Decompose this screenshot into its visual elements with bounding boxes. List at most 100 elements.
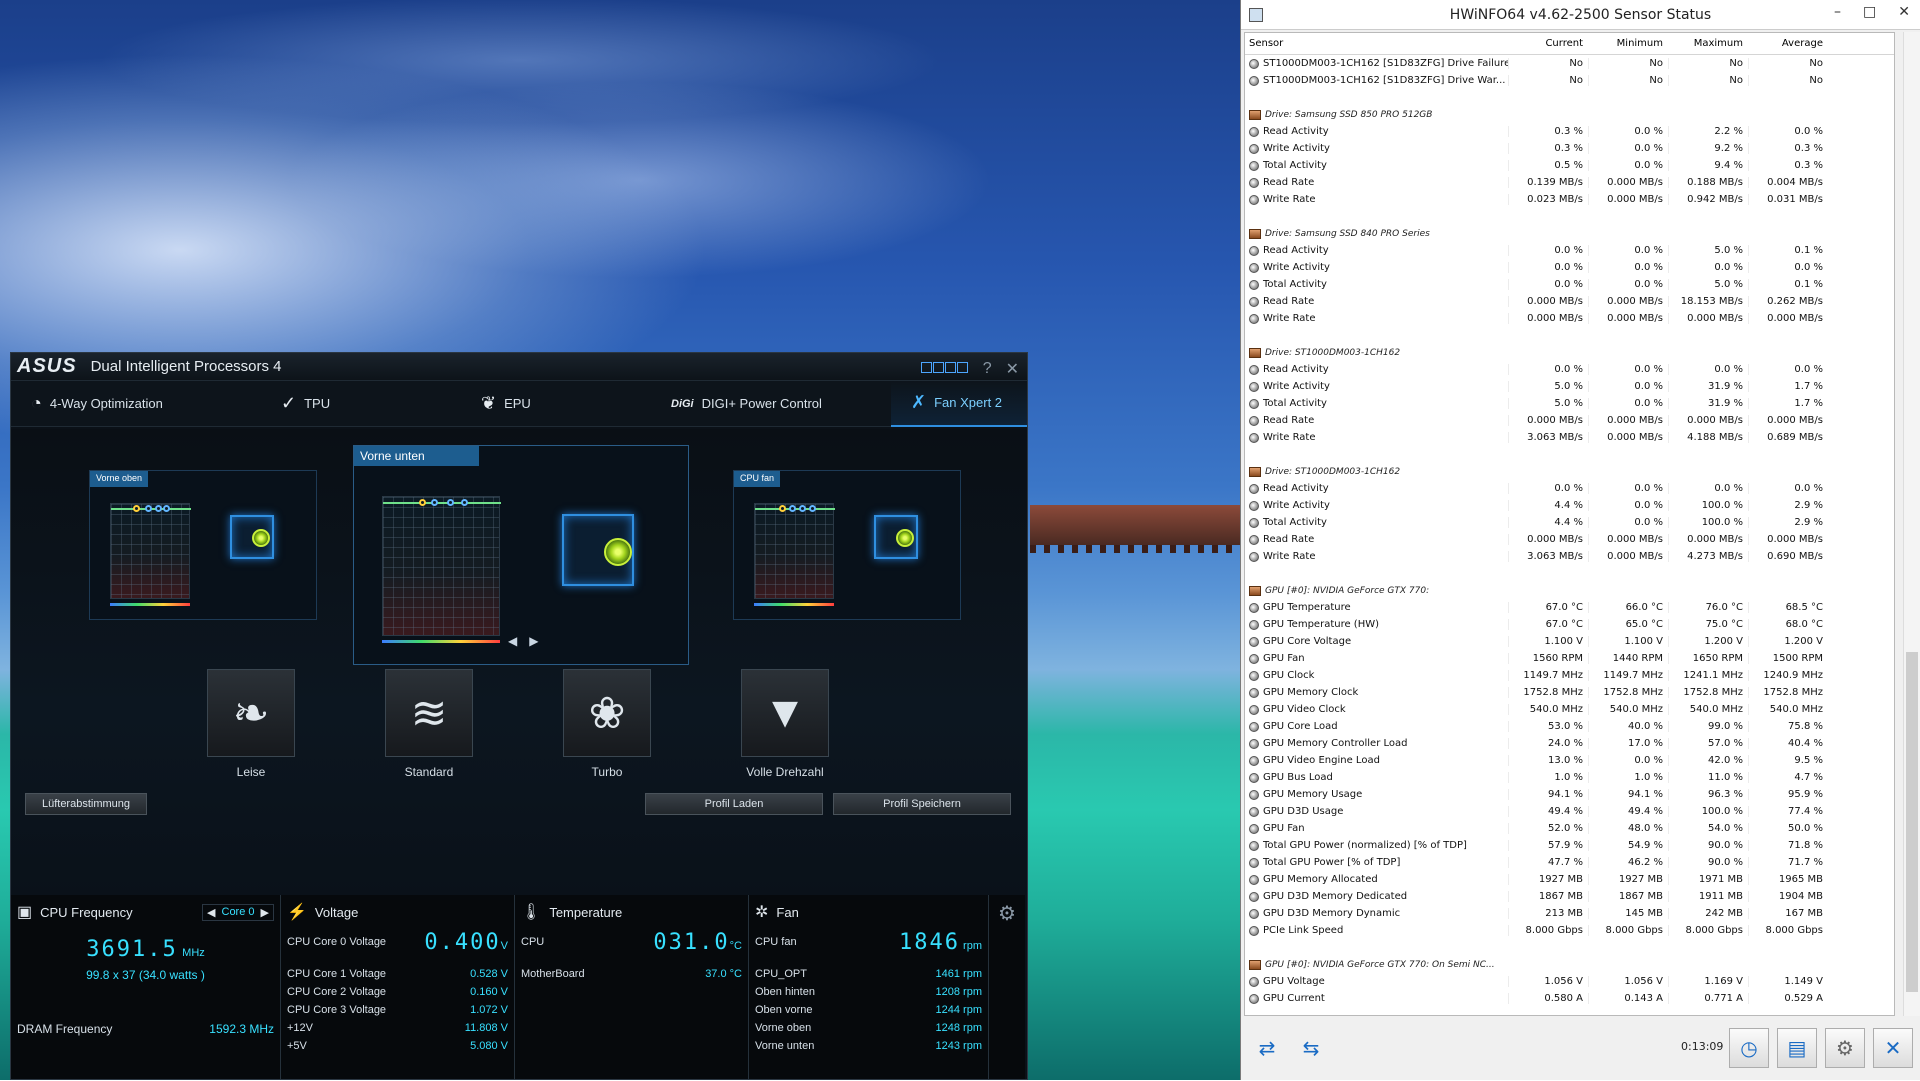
sensor-row[interactable]: GPU D3D Memory Dynamic 213 MB 145 MB 242 MB… [1245,905,1894,922]
sensor-row[interactable]: Total Activity 5.0 % 0.0 % 31.9 % 1.7 % [1245,395,1894,412]
sensor-row[interactable]: Total GPU Power (normalized) [% of TDP] 5… [1245,837,1894,854]
sensor-group-header[interactable]: Drive: ST1000DM003-1CH162 [1245,344,1894,361]
tab-tpu[interactable]: ✓ TPU [261,381,461,427]
arrows-left-right-icon[interactable]: ⇄ [1249,1028,1285,1068]
curve-point[interactable] [461,499,468,506]
sensor-row[interactable]: GPU Memory Usage 94.1 % 94.1 % 96.3 % 95.9 % [1245,786,1894,803]
scrollbar-thumb[interactable] [1906,652,1918,992]
curve-point[interactable] [799,505,806,512]
sensor-row[interactable]: GPU Video Engine Load 13.0 % 0.0 % 42.0 % 9.… [1245,752,1894,769]
prev-core-icon[interactable]: ◀ [207,906,215,919]
tab-4-way-optimization[interactable]: ◔ 4-Way Optimization [11,381,261,427]
col-sensor[interactable]: Sensor [1245,38,1508,49]
sensor-row[interactable]: Write Activity 0.3 % 0.0 % 9.2 % 0.3 % [1245,140,1894,157]
curve-point[interactable] [779,505,786,512]
clock-icon[interactable]: ◷ [1729,1028,1769,1068]
col-maximum[interactable]: Maximum [1668,38,1748,49]
gear-icon[interactable]: ⚙ [998,903,1016,925]
close-x-icon[interactable]: ✕ [1873,1028,1913,1068]
sensor-row[interactable]: Read Rate 0.000 MB/s 0.000 MB/s 0.000 MB/s 0… [1245,412,1894,429]
sensor-row[interactable]: Read Rate 0.139 MB/s 0.000 MB/s 0.188 MB/s 0… [1245,174,1894,191]
sensor-row[interactable]: GPU D3D Usage 49.4 % 49.4 % 100.0 % 77.4 % [1245,803,1894,820]
curve-point[interactable] [163,505,170,512]
sensor-row[interactable]: Write Activity 4.4 % 0.0 % 100.0 % 2.9 % [1245,497,1894,514]
mode-standard[interactable]: ≋ Standard [379,669,479,779]
sensor-group-header[interactable]: GPU [#0]: NVIDIA GeForce GTX 770: [1245,582,1894,599]
fan-tuning-button[interactable]: Lüfterabstimmung [25,793,147,815]
sensor-row[interactable]: Write Rate 0.023 MB/s 0.000 MB/s 0.942 MB/s… [1245,191,1894,208]
sensor-row[interactable]: Write Activity 0.0 % 0.0 % 0.0 % 0.0 % [1245,259,1894,276]
sensor-row[interactable]: GPU Core Load 53.0 % 40.0 % 99.0 % 75.8 % [1245,718,1894,735]
close-button[interactable]: ✕ [1006,359,1019,379]
sensor-row[interactable]: GPU Memory Controller Load 24.0 % 17.0 % 57… [1245,735,1894,752]
sensor-row[interactable]: Read Activity 0.0 % 0.0 % 0.0 % 0.0 % [1245,361,1894,378]
vertical-scrollbar[interactable] [1903,32,1920,1016]
curve-point[interactable] [145,505,152,512]
sensor-row[interactable]: ST1000DM003-1CH162 [S1D83ZFG] Drive War.… [1245,72,1894,89]
sensor-row[interactable]: Read Activity 0.0 % 0.0 % 5.0 % 0.1 % [1245,242,1894,259]
tab-digi-power-control[interactable]: DiGi DIGI+ Power Control [651,381,891,427]
sensor-row[interactable]: GPU Memory Clock 1752.8 MHz 1752.8 MHz 1752… [1245,684,1894,701]
curve-point[interactable] [155,505,162,512]
minimize-button[interactable]: – [1834,4,1841,20]
mode-turbo[interactable]: ❀ Turbo [557,669,657,779]
sensor-row[interactable]: Write Rate 3.063 MB/s 0.000 MB/s 4.188 MB/s… [1245,429,1894,446]
curve-point[interactable] [419,499,426,506]
arrows-converge-icon[interactable]: ⇆ [1293,1028,1329,1068]
curve-point[interactable] [809,505,816,512]
sensor-row[interactable]: Total Activity 0.0 % 0.0 % 5.0 % 0.1 % [1245,276,1894,293]
sensor-row[interactable]: GPU Core Voltage 1.100 V 1.100 V 1.200 V 1.2… [1245,633,1894,650]
fan-panel-cpu-fan[interactable]: CPU fan [733,470,961,620]
arrow-left-icon[interactable]: ◀ [508,634,529,648]
fan-panel-vorne-oben[interactable]: Vorne oben [89,470,317,620]
help-button[interactable]: ? [983,360,992,378]
sensor-row[interactable]: Total Activity 0.5 % 0.0 % 9.4 % 0.3 % [1245,157,1894,174]
sensor-row[interactable]: GPU Temperature (HW) 67.0 °C 65.0 °C 75.0 °… [1245,616,1894,633]
close-button[interactable]: ✕ [1898,4,1910,20]
sensor-row[interactable]: Write Rate 0.000 MB/s 0.000 MB/s 0.000 MB/s… [1245,310,1894,327]
mode-volle-drehzahl[interactable]: ▼ Volle Drehzahl [735,669,835,779]
sensor-row[interactable]: GPU Fan 1560 RPM 1440 RPM 1650 RPM 1500 RPM [1245,650,1894,667]
tab-epu[interactable]: ❦ EPU [461,381,651,427]
sensor-row[interactable]: Write Rate 3.063 MB/s 0.000 MB/s 4.273 MB/s… [1245,548,1894,565]
sensor-row[interactable]: GPU Current 0.580 A 0.143 A 0.771 A 0.529 A [1245,990,1894,1007]
sensor-row[interactable]: GPU Clock 1149.7 MHz 1149.7 MHz 1241.1 MHz 1… [1245,667,1894,684]
sensor-row[interactable]: Read Activity 0.0 % 0.0 % 0.0 % 0.0 % [1245,480,1894,497]
settings-gear[interactable]: ⚙ [989,895,1025,1079]
sensor-row[interactable]: GPU Temperature 67.0 °C 66.0 °C 76.0 °C 68.5… [1245,599,1894,616]
sensor-row[interactable]: GPU Voltage 1.056 V 1.056 V 1.169 V 1.149 V [1245,973,1894,990]
fan-panel-vorne-unten[interactable]: Vorne unten [353,445,689,665]
sensor-row[interactable]: GPU Memory Allocated 1927 MB 1927 MB 1971 M… [1245,871,1894,888]
sensor-row[interactable]: Total Activity 4.4 % 0.0 % 100.0 % 2.9 % [1245,514,1894,531]
settings-gear-icon[interactable]: ⚙ [1825,1028,1865,1068]
col-current[interactable]: Current [1508,38,1588,49]
sensor-row[interactable]: Read Activity 0.3 % 0.0 % 2.2 % 0.0 % [1245,123,1894,140]
sensor-row[interactable]: GPU Video Clock 540.0 MHz 540.0 MHz 540.0 M… [1245,701,1894,718]
core-selector[interactable]: ◀ Core 0 ▶ [202,903,274,921]
mode-leise[interactable]: ❧ Leise [201,669,301,779]
curve-point[interactable] [133,505,140,512]
sensor-row[interactable]: Total GPU Power [% of TDP] 47.7 % 46.2 % 90… [1245,854,1894,871]
sensor-group-header[interactable]: Drive: Samsung SSD 840 PRO Series [1245,225,1894,242]
curve-point[interactable] [447,499,454,506]
col-minimum[interactable]: Minimum [1588,38,1668,49]
sensor-row[interactable]: GPU Bus Load 1.0 % 1.0 % 11.0 % 4.7 % [1245,769,1894,786]
next-core-icon[interactable]: ▶ [261,906,269,919]
sensor-group-header[interactable]: GPU [#0]: NVIDIA GeForce GTX 770: On Sem… [1245,956,1894,973]
sensor-group-header[interactable]: Drive: ST1000DM003-1CH162 [1245,463,1894,480]
col-average[interactable]: Average [1748,38,1828,49]
curve-point[interactable] [431,499,438,506]
layout-toggle-icon[interactable] [920,360,969,378]
log-report-icon[interactable]: ▤ [1777,1028,1817,1068]
sensor-row[interactable]: PCIe Link Speed 8.000 Gbps 8.000 Gbps 8.000… [1245,922,1894,939]
load-profile-button[interactable]: Profil Laden [645,793,823,815]
maximize-button[interactable]: □ [1863,4,1876,20]
panel-nav-arrows[interactable]: ◀▶ [508,634,550,648]
sensor-row[interactable]: Write Activity 5.0 % 0.0 % 31.9 % 1.7 % [1245,378,1894,395]
arrow-right-icon[interactable]: ▶ [529,634,550,648]
sensor-group-header[interactable]: Drive: Samsung SSD 850 PRO 512GB [1245,106,1894,123]
curve-point[interactable] [789,505,796,512]
tab-fan-xpert-2[interactable]: ✗ Fan Xpert 2 [891,380,1027,427]
sensor-row[interactable]: GPU D3D Memory Dedicated 1867 MB 1867 MB 19… [1245,888,1894,905]
save-profile-button[interactable]: Profil Speichern [833,793,1011,815]
